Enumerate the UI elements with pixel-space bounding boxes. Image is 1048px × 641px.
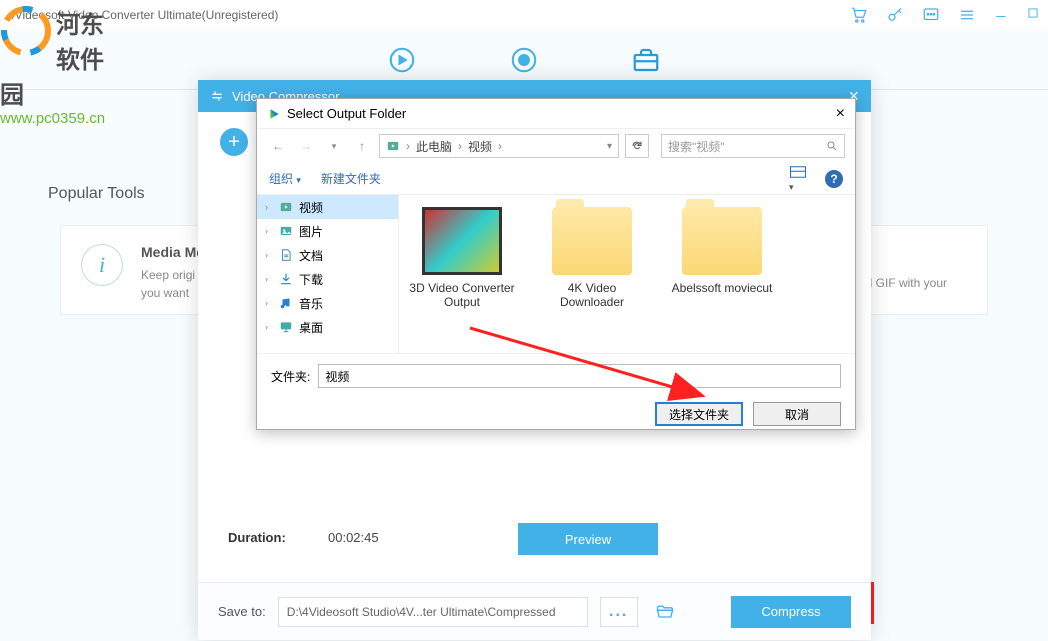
compressor-header-icon (210, 89, 224, 103)
watermark-text-bottom: www.pc0359.cn (0, 110, 120, 127)
folder-item[interactable]: Abelssoft moviecut (667, 207, 777, 295)
folder-item[interactable]: 3D Video Converter Output (407, 207, 517, 309)
tree-item-label: 下载 (299, 271, 323, 288)
dialog-app-icon (267, 107, 281, 121)
folder-field-label: 文件夹: (271, 368, 310, 385)
folder-icon (682, 207, 762, 275)
breadcrumb[interactable]: › 此电脑 › 视频 › ▾ (379, 134, 619, 158)
select-folder-button[interactable]: 选择文件夹 (655, 402, 743, 426)
chevron-right-icon: › (265, 202, 273, 212)
breadcrumb-current[interactable]: 视频 (468, 138, 492, 155)
info-icon: i (81, 244, 123, 286)
add-file-button[interactable]: + (218, 126, 250, 158)
file-dialog: Select Output Folder × ← → ▾ ↑ › 此电脑 › 视… (256, 98, 856, 430)
duration-value: 00:02:45 (328, 530, 379, 545)
key-icon[interactable] (886, 6, 904, 24)
compress-button[interactable]: Compress (731, 596, 851, 628)
cancel-button[interactable]: 取消 (753, 402, 841, 426)
dialog-search-input[interactable]: 搜索"视频" (661, 134, 845, 158)
maximize-icon[interactable] (1026, 6, 1040, 24)
tree-item-documents[interactable]: › 文档 (257, 243, 398, 267)
preview-button[interactable]: Preview (518, 523, 658, 555)
tab-convert[interactable] (386, 44, 418, 76)
feedback-icon[interactable] (922, 6, 940, 24)
breadcrumb-sep: › (406, 139, 410, 153)
duration-label: Duration: (228, 530, 304, 545)
folder-name-input[interactable] (318, 364, 841, 388)
tree-item-desktop[interactable]: › 桌面 (257, 315, 398, 339)
nav-forward-icon[interactable]: → (295, 135, 317, 157)
folder-icon (552, 207, 632, 275)
tree-item-label: 文档 (299, 247, 323, 264)
breadcrumb-sep: › (498, 139, 502, 153)
refresh-icon[interactable] (625, 134, 649, 158)
save-path-input[interactable] (278, 597, 588, 627)
nav-up-icon[interactable]: ↑ (351, 135, 373, 157)
dialog-title: Select Output Folder (287, 106, 406, 121)
video-thumbnail-icon (422, 207, 502, 275)
nav-recent-icon[interactable]: ▾ (323, 135, 345, 157)
search-placeholder: 搜索"视频" (668, 138, 725, 155)
tree-item-label: 视频 (299, 199, 323, 216)
toolbar-organize[interactable]: 组织 ▾ (269, 170, 301, 187)
tree-item-music[interactable]: › 音乐 (257, 291, 398, 315)
tree-item-video[interactable]: › 视频 (257, 195, 398, 219)
popular-tools-heading: Popular Tools (48, 185, 145, 203)
nav-back-icon[interactable]: ← (267, 135, 289, 157)
folder-item-label: 4K Video Downloader (537, 281, 647, 309)
folder-tree: › 视频 › 图片 › 文档 › 下载 › 音乐 (257, 195, 399, 353)
menu-icon[interactable] (958, 6, 976, 24)
folder-item-label: Abelssoft moviecut (667, 281, 777, 295)
tree-item-label: 桌面 (299, 319, 323, 336)
folder-item-label: 3D Video Converter Output (407, 281, 517, 309)
search-icon (826, 140, 838, 152)
tree-item-label: 图片 (299, 223, 323, 240)
toolbar-new-folder[interactable]: 新建文件夹 (321, 170, 381, 187)
video-lib-icon (386, 139, 400, 153)
tab-record[interactable] (508, 44, 540, 76)
help-icon[interactable]: ? (825, 170, 843, 188)
breadcrumb-dropdown-icon[interactable]: ▾ (607, 141, 612, 152)
tree-item-downloads[interactable]: › 下载 (257, 267, 398, 291)
cart-icon[interactable] (850, 6, 868, 24)
breadcrumb-sep: › (458, 139, 462, 153)
tree-item-pictures[interactable]: › 图片 (257, 219, 398, 243)
breadcrumb-root[interactable]: 此电脑 (416, 138, 452, 155)
tree-item-label: 音乐 (299, 295, 323, 312)
open-folder-icon[interactable] (650, 597, 680, 627)
tab-toolbox[interactable] (630, 44, 662, 76)
save-to-label: Save to: (218, 604, 266, 619)
watermark-logo: 河东软件园 www.pc0359.cn (0, 5, 120, 127)
folder-item[interactable]: 4K Video Downloader (537, 207, 647, 309)
dialog-close-icon[interactable]: × (836, 105, 845, 123)
browse-button[interactable]: ... (600, 597, 638, 627)
view-mode-icon[interactable]: ▾ (789, 165, 807, 193)
minimize-icon[interactable] (994, 6, 1008, 24)
